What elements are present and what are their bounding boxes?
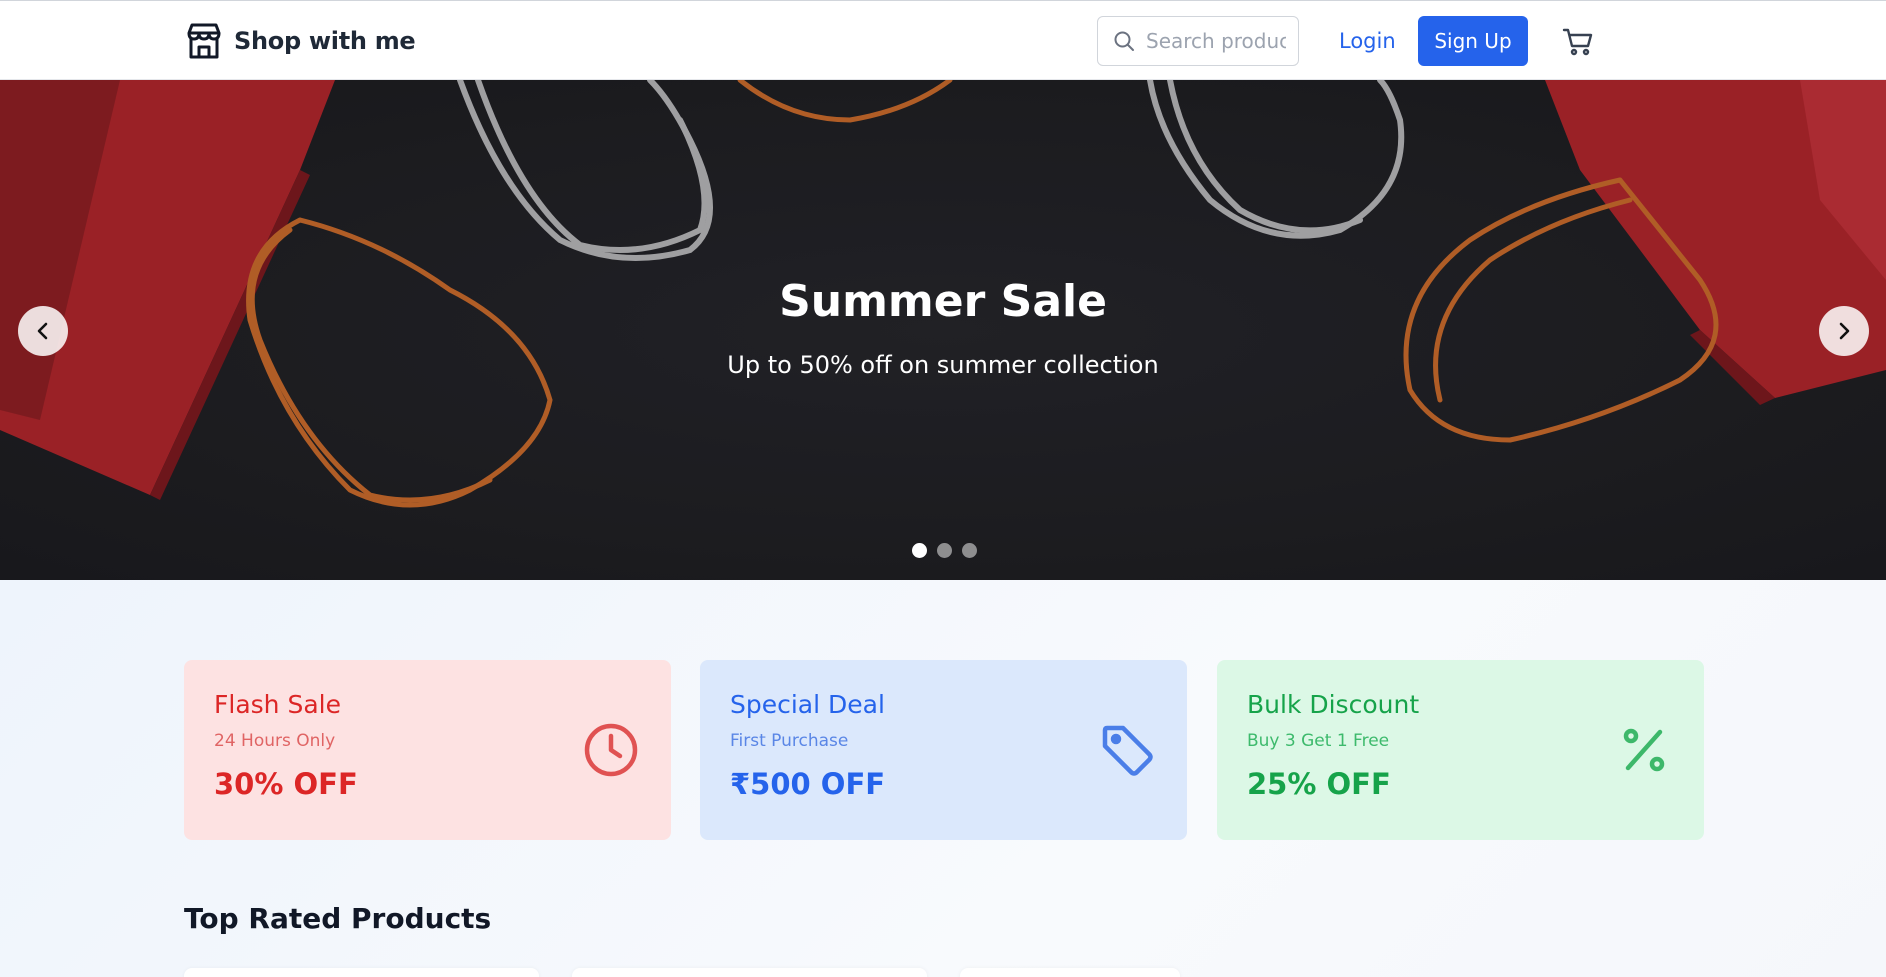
brand-logo-link[interactable]: Shop with me <box>184 21 416 61</box>
login-link[interactable]: Login <box>1339 29 1396 53</box>
section-title-top-rated: Top Rated Products <box>184 902 492 935</box>
tag-icon <box>1102 725 1153 776</box>
clock-icon <box>584 723 638 777</box>
carousel-dot-3[interactable] <box>962 543 977 558</box>
offer-subtitle: 24 Hours Only <box>214 731 336 751</box>
carousel-dot-1[interactable] <box>912 543 927 558</box>
offer-title: Bulk Discount <box>1247 690 1420 719</box>
offer-title: Special Deal <box>730 690 885 719</box>
offer-card-flash-sale[interactable]: Flash Sale 24 Hours Only 30% OFF <box>184 660 671 840</box>
search-input[interactable] <box>1146 29 1286 53</box>
chevron-left-icon <box>37 322 48 340</box>
offer-subtitle: First Purchase <box>730 731 849 751</box>
carousel-next-button[interactable] <box>1819 306 1869 356</box>
offer-value: ₹500 OFF <box>730 767 886 801</box>
top-navbar: Shop with me Login Sign Up <box>0 0 1886 80</box>
hero-carousel: Summer Sale Up to 50% off on summer coll… <box>0 80 1886 580</box>
search-box[interactable] <box>1097 16 1299 66</box>
search-icon <box>1114 31 1134 51</box>
hero-background-image <box>0 80 1886 580</box>
carousel-indicators <box>912 543 977 558</box>
brand-name: Shop with me <box>234 27 416 55</box>
chevron-right-icon <box>1839 322 1850 340</box>
store-icon <box>187 23 221 59</box>
hero-title: Summer Sale <box>779 276 1107 327</box>
offer-subtitle: Buy 3 Get 1 Free <box>1247 731 1390 751</box>
signup-button[interactable]: Sign Up <box>1418 16 1528 66</box>
offer-value: 25% OFF <box>1247 767 1391 801</box>
offer-value: 30% OFF <box>214 767 358 801</box>
offer-card-special-deal[interactable]: Special Deal First Purchase ₹500 OFF <box>700 660 1187 840</box>
carousel-dot-2[interactable] <box>937 543 952 558</box>
offer-card-bulk-discount[interactable]: Bulk Discount Buy 3 Get 1 Free 25% OFF <box>1217 660 1704 840</box>
product-card[interactable] <box>184 968 539 977</box>
offer-title: Flash Sale <box>214 690 341 719</box>
product-card[interactable] <box>572 968 927 977</box>
product-card[interactable] <box>960 968 1180 977</box>
cart-icon[interactable] <box>1562 27 1594 57</box>
percent-icon <box>1623 728 1665 772</box>
carousel-prev-button[interactable] <box>18 306 68 356</box>
hero-subtitle: Up to 50% off on summer collection <box>727 351 1159 379</box>
